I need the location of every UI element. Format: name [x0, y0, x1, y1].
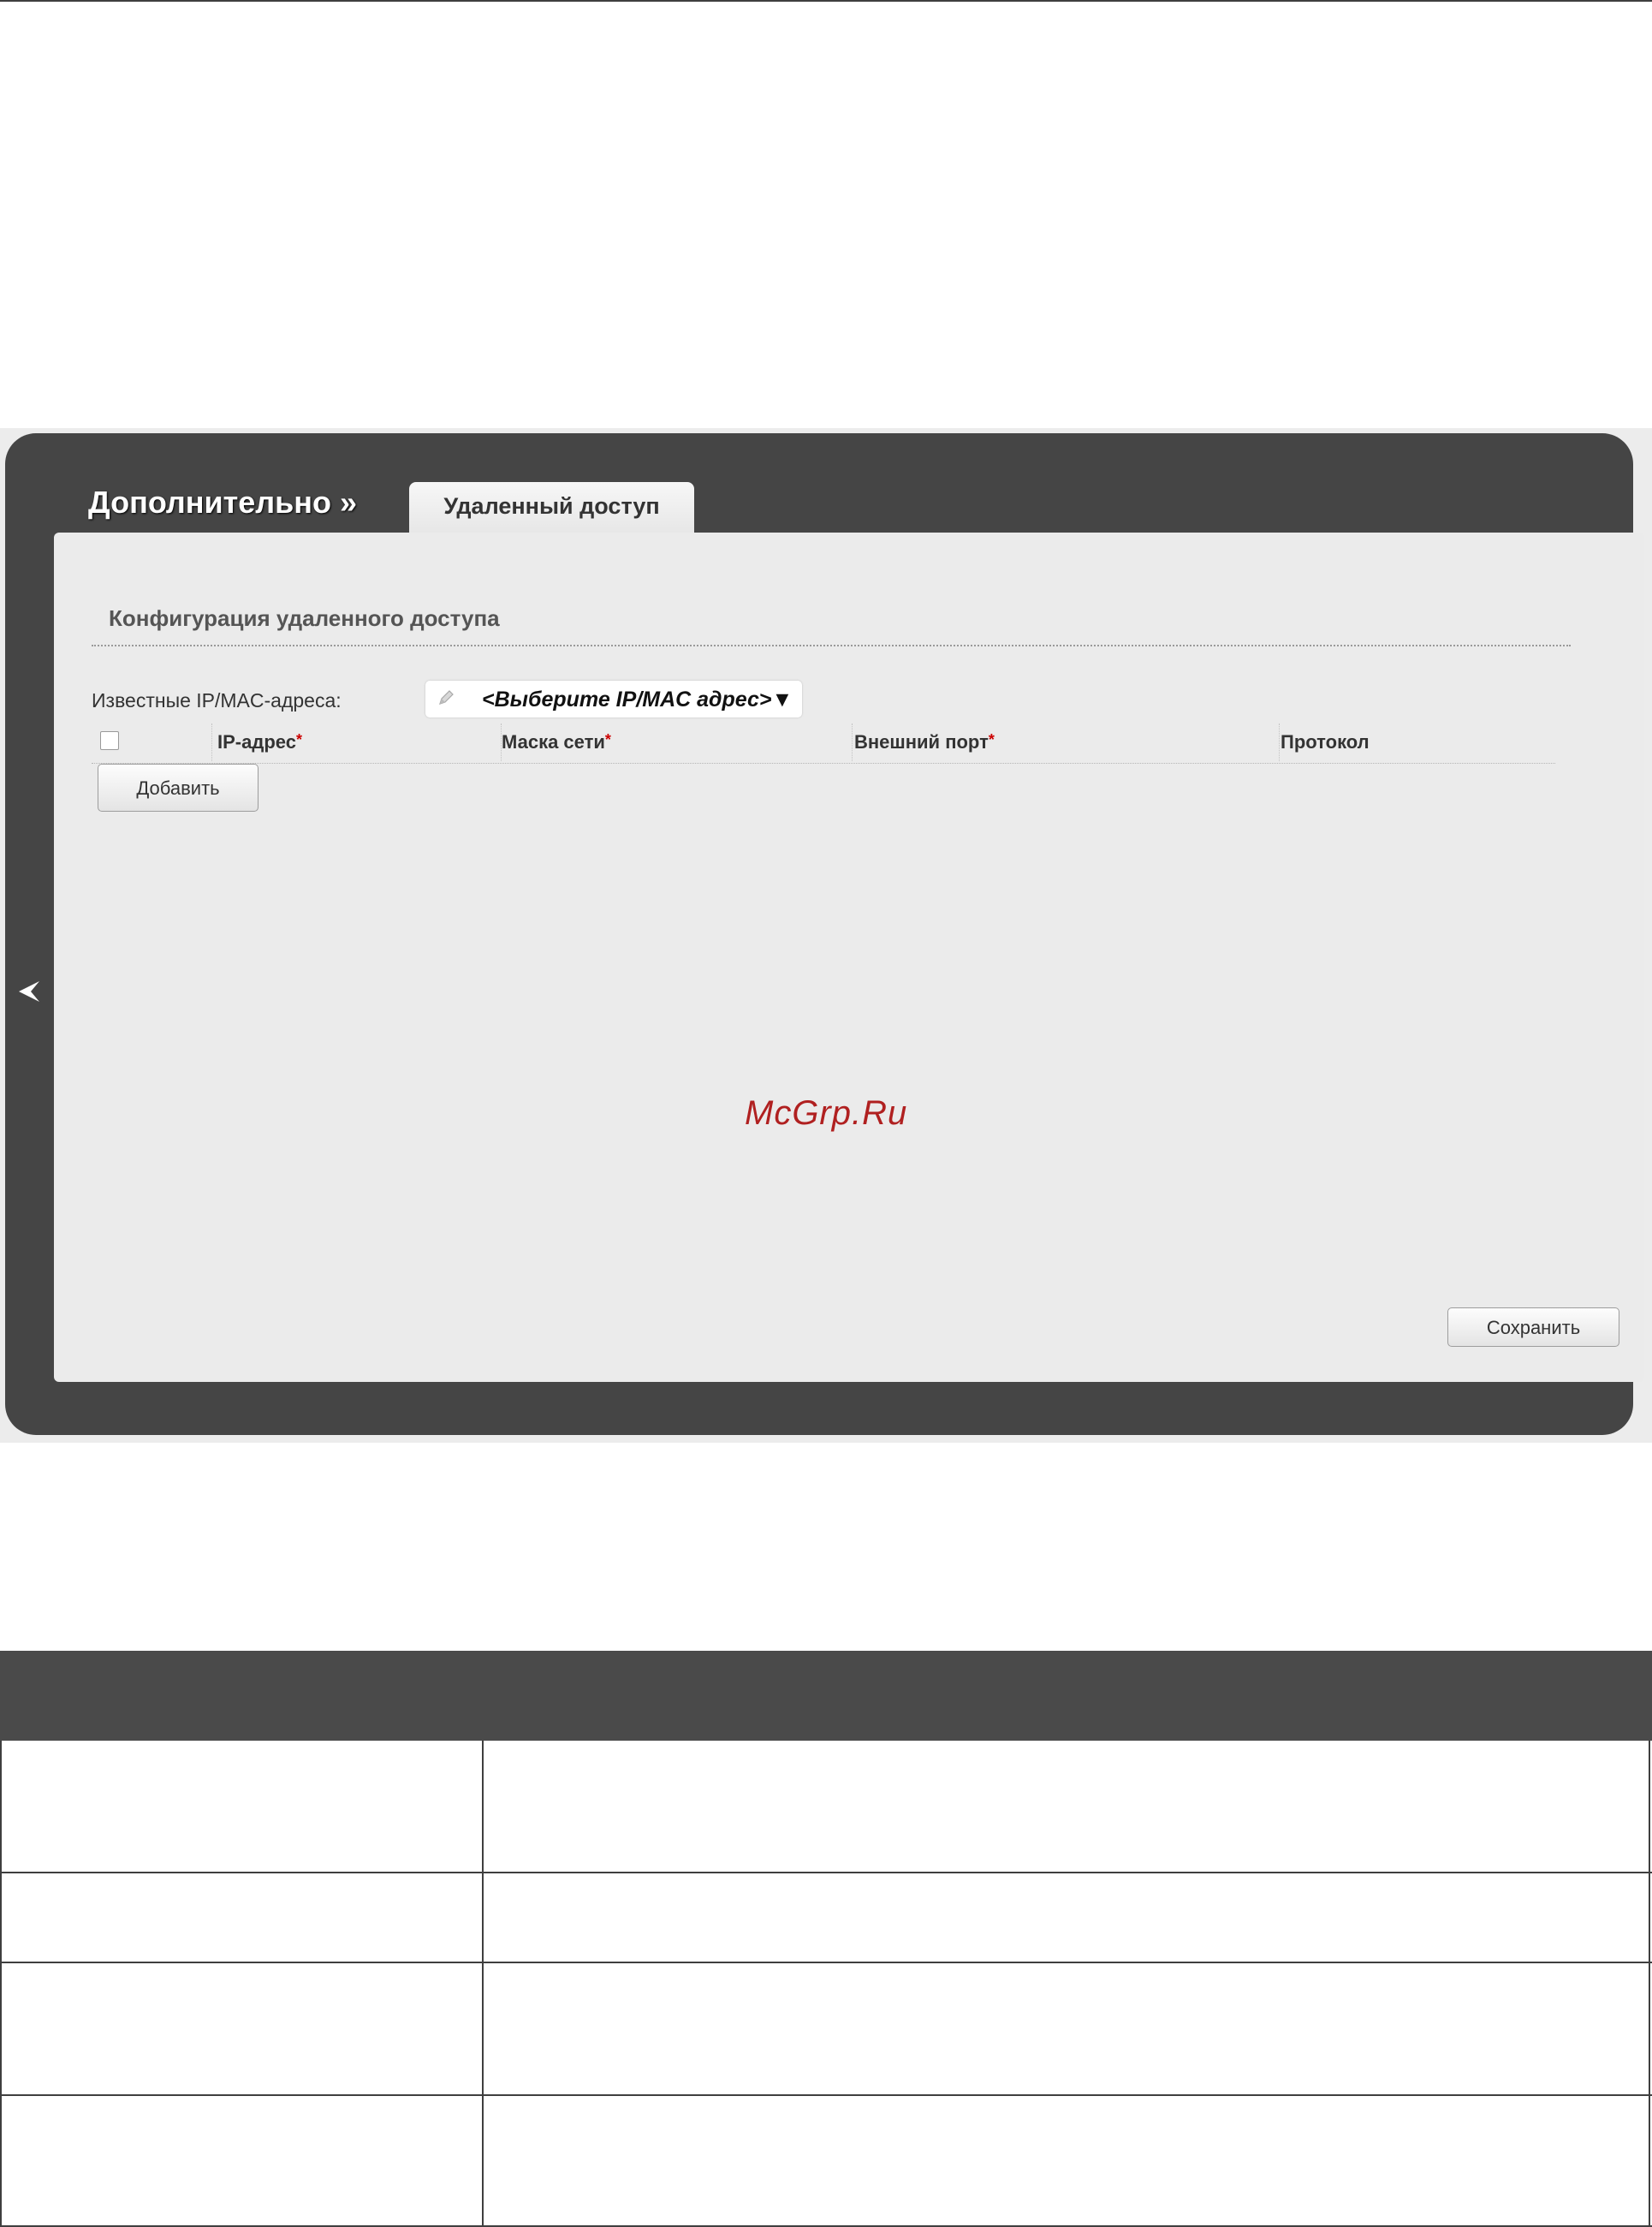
- page: Дополнительно » Удаленный доступ Конфигу…: [0, 0, 1652, 2227]
- table-cell: [0, 2096, 484, 2225]
- table-cell: [484, 1963, 1650, 2094]
- parameter-table: [0, 1651, 1652, 2227]
- column-netmask: Маска сети*: [502, 731, 611, 753]
- known-addresses-select[interactable]: <Выберите IP/MAC адрес>▼: [425, 681, 802, 718]
- table-cell: [0, 1963, 484, 2094]
- known-addresses-label: Известные IP/MAC-адреса:: [92, 689, 342, 712]
- table-header: IP-адрес* Маска сети* Внешний порт* Прот…: [92, 723, 1555, 764]
- pencil-icon: [439, 690, 454, 705]
- table-cell: [484, 1873, 1650, 1962]
- table-row: [0, 2096, 1652, 2227]
- section-divider: [92, 645, 1571, 646]
- column-label: Маска сети: [502, 731, 605, 753]
- table-row: [0, 1741, 1652, 1873]
- required-mark: *: [604, 731, 611, 748]
- table-cell: [484, 1741, 1650, 1872]
- column-external-port: Внешний порт*: [854, 731, 995, 753]
- table-cell: [484, 2096, 1650, 2225]
- column-protocol: Протокол: [1281, 731, 1370, 753]
- required-mark: *: [988, 731, 995, 748]
- tab-remote-access[interactable]: Удаленный доступ: [409, 482, 694, 535]
- column-label: Протокол: [1281, 731, 1370, 753]
- section-title: Конфигурация удаленного доступа: [109, 605, 500, 631]
- known-addresses-value: <Выберите IP/MAC адрес>▼: [482, 688, 793, 712]
- column-divider: [852, 723, 853, 761]
- breadcrumb[interactable]: Дополнительно »: [88, 485, 357, 521]
- column-label: Внешний порт: [854, 731, 989, 753]
- column-divider: [1279, 723, 1280, 761]
- content-area: [54, 533, 1644, 1382]
- top-rule: [0, 0, 1652, 2]
- column-ip-address: IP-адрес*: [217, 731, 302, 753]
- table-cell: [0, 1741, 484, 1872]
- table-row: [0, 1963, 1652, 2096]
- column-label: IP-адрес: [217, 731, 296, 753]
- table-row: [0, 1873, 1652, 1963]
- watermark: McGrp.Ru: [745, 1094, 908, 1132]
- parameter-table-header: [0, 1651, 1652, 1741]
- save-button[interactable]: Сохранить: [1447, 1307, 1619, 1347]
- select-all-checkbox[interactable]: [100, 731, 119, 750]
- chevron-left-icon[interactable]: [14, 976, 45, 1007]
- add-button[interactable]: Добавить: [98, 764, 258, 812]
- column-divider: [211, 723, 212, 761]
- required-mark: *: [295, 731, 302, 748]
- table-cell: [0, 1873, 484, 1962]
